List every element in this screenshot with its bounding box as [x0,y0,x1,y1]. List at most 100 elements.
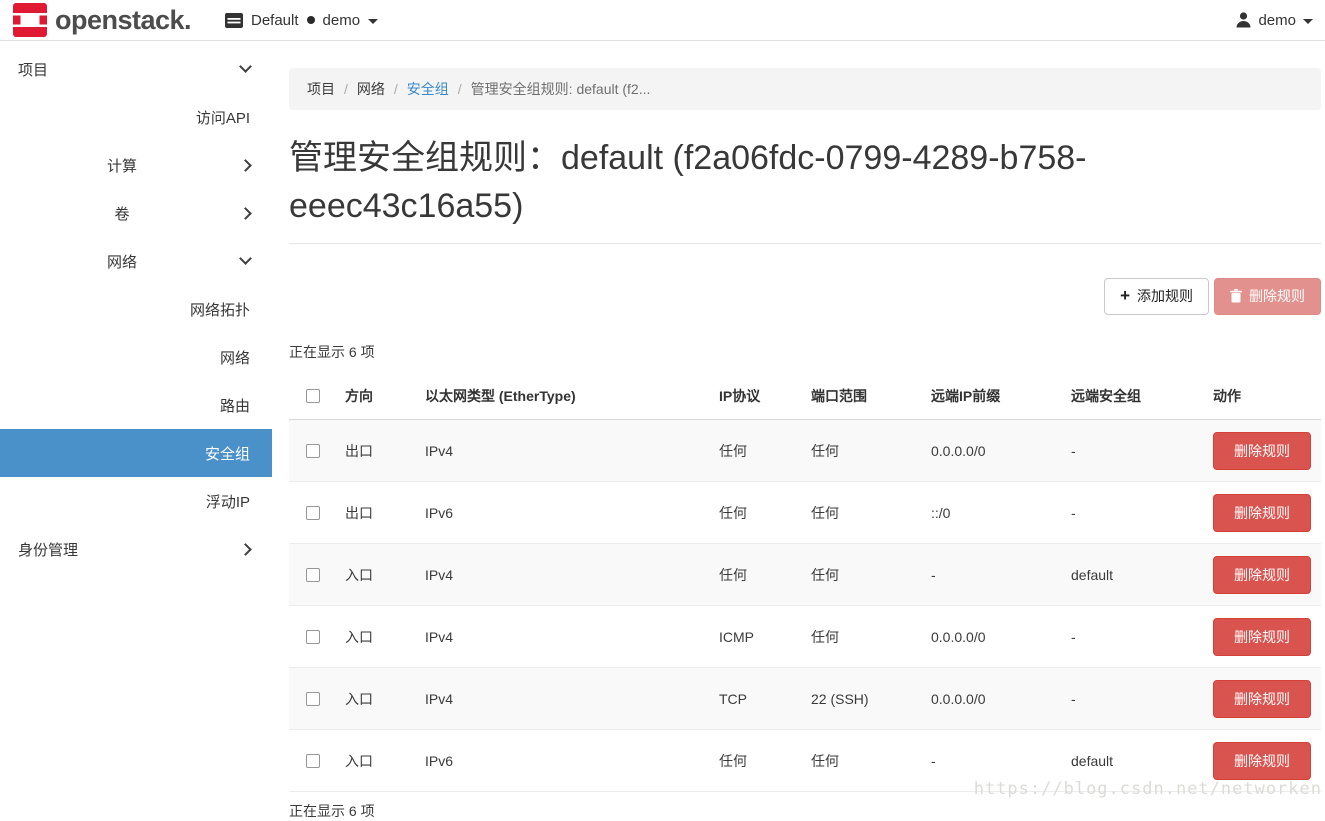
separator-dot-icon [307,16,315,24]
table-row: 入口 IPv4 TCP 22 (SSH) 0.0.0.0/0 - 删除规则 [289,668,1321,730]
sidebar-item-api-access[interactable]: 访问API [0,93,272,141]
chevron-right-icon [239,159,252,172]
breadcrumb-separator: / [344,81,348,97]
table-header-row: 方向 以太网类型 (EtherType) IP协议 端口范围 远端IP前缀 远端… [289,373,1321,420]
delete-rule-button[interactable]: 删除规则 [1213,680,1311,718]
col-actions: 动作 [1205,373,1321,420]
sidebar-item-networks[interactable]: 网络 [0,333,272,381]
cell-port-range: 任何 [803,482,923,544]
col-remote-security-group: 远端安全组 [1063,373,1205,420]
delete-rule-button[interactable]: 删除规则 [1213,432,1311,470]
sidebar-item-label: 安全组 [205,443,250,464]
sidebar-item-compute[interactable]: 计算 [0,141,272,189]
add-rule-button[interactable]: + 添加规则 [1104,278,1209,315]
breadcrumb-network: 网络 [357,79,385,99]
table-row: 出口 IPv4 任何 任何 0.0.0.0/0 - 删除规则 [289,420,1321,482]
breadcrumb-security-groups-link[interactable]: 安全组 [407,79,449,99]
openstack-logo: openstack. [13,3,191,37]
cell-remote-security-group: default [1063,544,1205,606]
sidebar-item-security-groups[interactable]: 安全组 [0,429,272,477]
row-checkbox[interactable] [306,692,320,706]
cell-ip-protocol: ICMP [711,606,803,668]
sidebar-item-routers[interactable]: 路由 [0,381,272,429]
cell-remote-security-group: - [1063,668,1205,730]
delete-rules-button-disabled[interactable]: 删除规则 [1214,278,1321,315]
select-all-checkbox[interactable] [306,389,320,403]
row-checkbox[interactable] [306,506,320,520]
caret-down-icon [1303,19,1313,24]
cell-ethertype: IPv4 [417,544,711,606]
sidebar-item-label: 网络 [220,347,250,368]
context-project-label: demo [323,12,361,29]
brand-wordmark: openstack. [55,5,191,36]
add-rule-label: 添加规则 [1137,286,1193,306]
sidebar-item-label: 浮动IP [206,491,250,512]
cell-remote-ip-prefix: 0.0.0.0/0 [923,606,1063,668]
sidebar-item-volumes[interactable]: 卷 [0,189,272,237]
cell-ip-protocol: 任何 [711,544,803,606]
col-ip-protocol: IP协议 [711,373,803,420]
col-remote-ip-prefix: 远端IP前缀 [923,373,1063,420]
sidebar-item-label: 计算 [107,155,137,176]
cell-port-range: 任何 [803,544,923,606]
delete-rules-label: 删除规则 [1249,286,1305,306]
cell-port-range: 22 (SSH) [803,668,923,730]
caret-down-icon [368,19,378,24]
top-navbar: openstack. Default demo demo [0,0,1325,41]
openstack-logo-icon [13,3,47,37]
main-content: 项目 / 网络 / 安全组 / 管理安全组规则: default (f2... … [289,41,1321,821]
cell-direction: 出口 [337,420,417,482]
cell-ethertype: IPv4 [417,420,711,482]
cell-remote-ip-prefix: 0.0.0.0/0 [923,668,1063,730]
cell-remote-security-group: - [1063,482,1205,544]
title-divider [289,243,1321,244]
sidebar-item-floating-ips[interactable]: 浮动IP [0,477,272,525]
sidebar-item-network-topology[interactable]: 网络拓扑 [0,285,272,333]
sidebar-group-network[interactable]: 网络 [0,237,272,285]
items-count-bottom: 正在显示 6 项 [289,801,1321,821]
breadcrumb-separator: / [458,81,462,97]
sidebar-item-identity[interactable]: 身份管理 [0,525,272,573]
breadcrumb-project: 项目 [307,79,335,99]
cell-remote-ip-prefix: 0.0.0.0/0 [923,420,1063,482]
chevron-right-icon [239,543,252,556]
delete-rule-button[interactable]: 删除规则 [1213,556,1311,594]
cell-direction: 入口 [337,606,417,668]
project-context-switcher[interactable]: Default demo [225,0,378,40]
cell-port-range: 任何 [803,606,923,668]
user-menu[interactable]: demo [1236,0,1313,40]
row-checkbox[interactable] [306,444,320,458]
trash-icon [1230,289,1242,303]
col-port-range: 端口范围 [803,373,923,420]
col-ethertype: 以太网类型 (EtherType) [417,373,711,420]
cell-port-range: 任何 [803,730,923,792]
sidebar-item-label: 身份管理 [18,539,78,560]
cell-ethertype: IPv4 [417,606,711,668]
cell-ethertype: IPv6 [417,730,711,792]
cell-ip-protocol: TCP [711,668,803,730]
sidebar-item-label: 项目 [18,59,48,80]
delete-rule-button[interactable]: 删除规则 [1213,618,1311,656]
cell-port-range: 任何 [803,420,923,482]
cell-remote-ip-prefix: - [923,544,1063,606]
sidebar-item-label: 访问API [196,107,250,128]
chevron-down-icon [239,60,252,73]
page-title: 管理安全组规则：default (f2a06fdc-0799-4289-b758… [289,135,1089,231]
delete-rule-button[interactable]: 删除规则 [1213,494,1311,532]
delete-rule-button[interactable]: 删除规则 [1213,742,1311,780]
row-checkbox[interactable] [306,630,320,644]
sidebar-item-project[interactable]: 项目 [0,45,272,93]
sidebar-item-label: 卷 [114,203,129,224]
cell-direction: 入口 [337,668,417,730]
cell-direction: 出口 [337,482,417,544]
row-checkbox[interactable] [306,568,320,582]
cell-ip-protocol: 任何 [711,482,803,544]
security-group-rules-table: 方向 以太网类型 (EtherType) IP协议 端口范围 远端IP前缀 远端… [289,373,1321,793]
chevron-right-icon [239,207,252,220]
user-icon [1236,12,1251,28]
cell-direction: 入口 [337,544,417,606]
row-checkbox[interactable] [306,754,320,768]
sidebar-item-label: 网络拓扑 [190,299,250,320]
domain-icon [225,13,243,28]
table-actions-toolbar: + 添加规则 删除规则 [289,278,1321,315]
